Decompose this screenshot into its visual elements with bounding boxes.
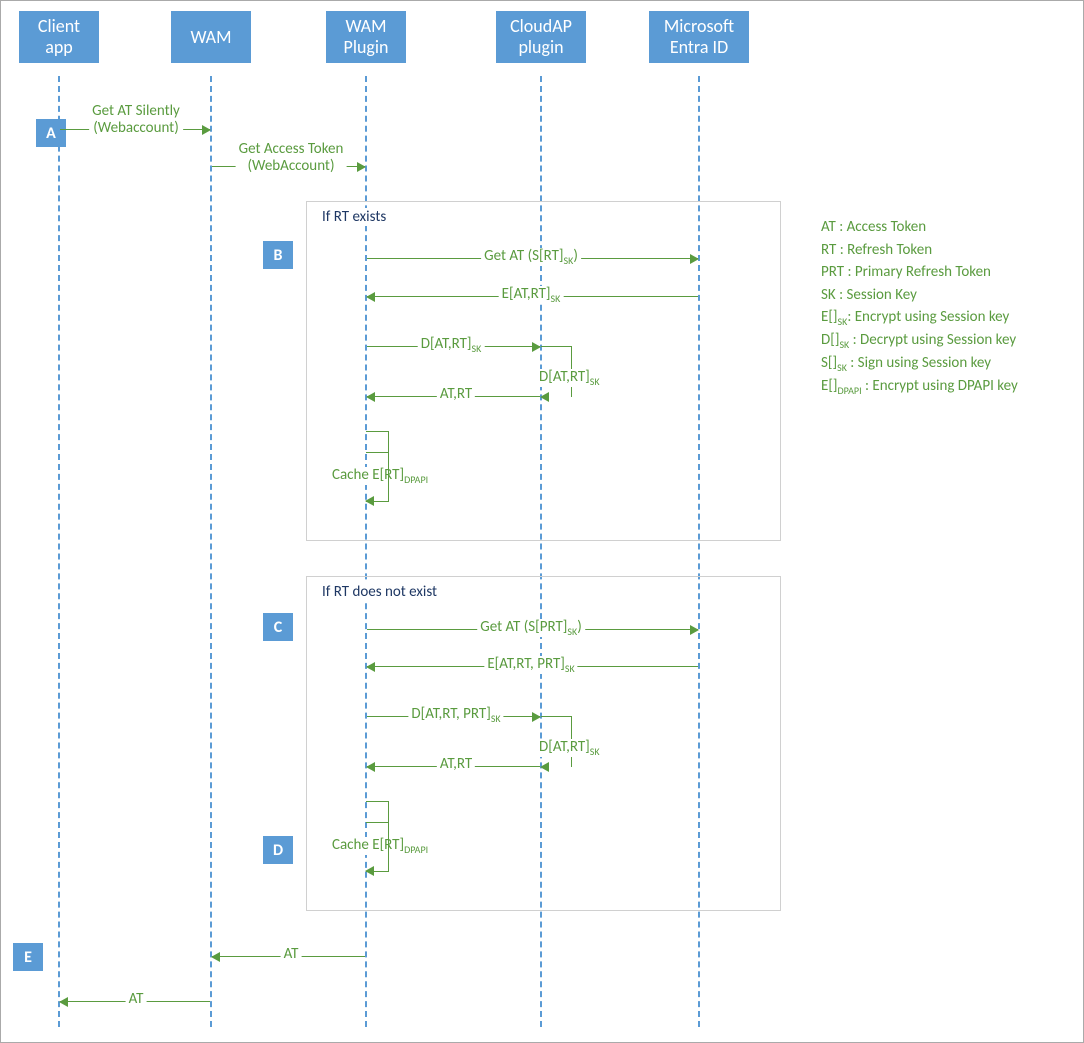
step-C: C [263,613,293,641]
msg-return-at-2: AT [126,991,147,1008]
legend: AT : Access Token RT : Refresh Token PRT… [821,216,1071,398]
msg-c-decrypt: D[AT,RT, PRT]SK [408,706,503,724]
hook-c-cache-down [366,801,389,823]
legend-item: PRT : Primary Refresh Token [821,261,1071,284]
participant-wam: WAM [171,11,251,63]
legend-item: AT : Access Token [821,216,1071,239]
legend-item: RT : Refresh Token [821,239,1071,262]
msg-c-get-at: Get AT (S[PRT]SK) [477,619,585,637]
legend-item: E[]DPAPI : Encrypt using DPAPI key [821,375,1071,398]
hook-b-cache-down [366,431,389,453]
lifeline-wam [210,76,212,1027]
msg-return-at-1: AT [281,946,302,963]
step-D: D [263,836,293,864]
msg-b-reply: E[AT,RT]SK [499,286,564,304]
legend-item: S[]SK : Sign using Session key [821,352,1071,375]
msg-c-decrypt2: D[AT,RT]SK [536,739,603,757]
legend-item: D[]SK : Decrypt using Session key [821,329,1071,352]
step-A: A [36,119,66,147]
legend-item: E[]SK: Encrypt using Session key [821,306,1071,329]
hook-c-cache-back [366,821,389,872]
msg-get-access-token: Get Access Token(WebAccount) [236,141,347,174]
sequence-diagram: Client app WAM WAM Plugin CloudAP plugin… [0,0,1084,1043]
participant-wam-plugin: WAM Plugin [326,11,406,63]
msg-b-at-rt: AT,RT [437,386,475,403]
participant-client: Client app [19,11,99,63]
msg-b-decrypt2: D[AT,RT]SK [536,369,603,387]
msg-b-get-at: Get AT (S[RT]SK) [481,248,581,266]
msg-b-decrypt: D[AT,RT]SK [418,336,485,354]
participant-cloudap: CloudAP plugin [496,11,586,63]
msg-c-reply: E[AT,RT, PRT]SK [484,656,577,674]
msg-c-at-rt: AT,RT [437,756,475,773]
legend-item: SK : Session Key [821,284,1071,307]
hook-b-cache-back [366,451,389,502]
step-E: E [13,943,43,971]
participant-entra: Microsoft Entra ID [649,11,749,63]
fragment-rt-exists-label: If RT exists [319,208,389,226]
fragment-rt-not-exists-label: If RT does not exist [319,583,440,601]
lifeline-client [58,76,60,1027]
step-B: B [263,241,293,269]
msg-get-at-silently: Get AT Silently(Webaccount) [89,103,183,136]
